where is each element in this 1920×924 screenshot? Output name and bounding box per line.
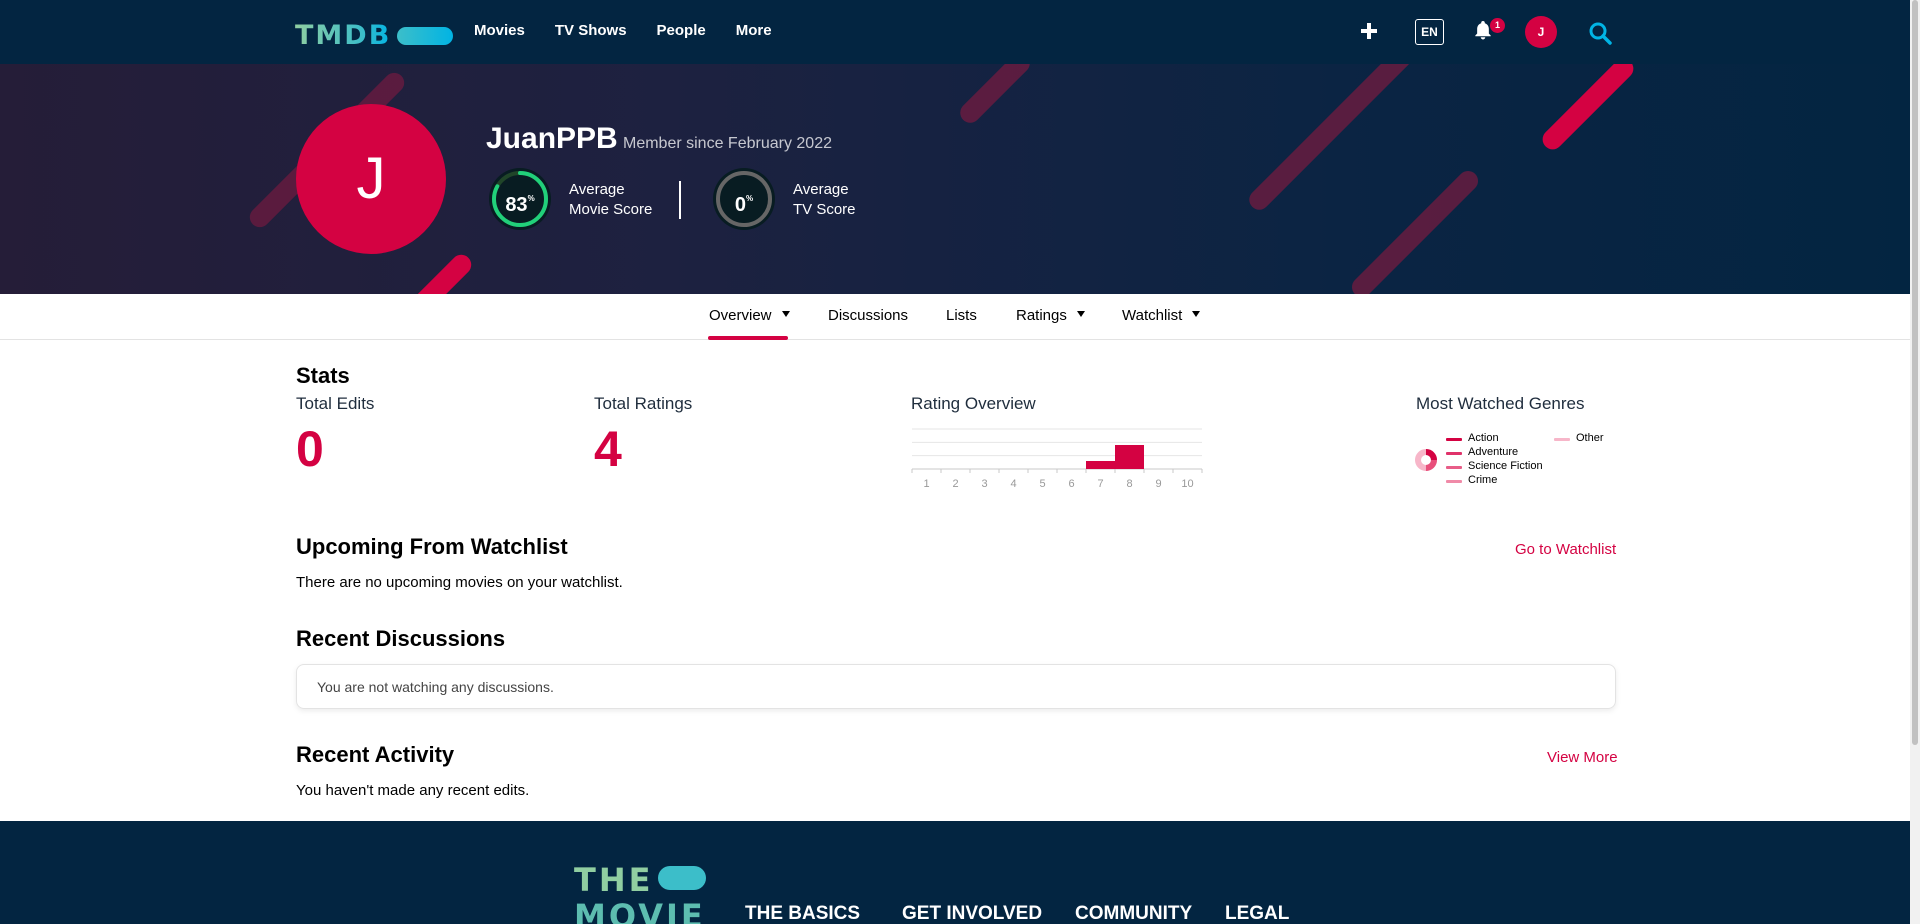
activity-empty-text: You haven't made any recent edits. (296, 782, 530, 799)
rating-tick-label-4: 4 (1010, 478, 1016, 490)
tab-ratings[interactable]: Ratings (1016, 307, 1085, 324)
tv-score-label-line1: Average (793, 181, 849, 198)
genres-label: Most Watched Genres (1416, 394, 1585, 413)
rating-tick-label-10: 10 (1181, 478, 1193, 490)
rating-tick-label-1: 1 (923, 478, 929, 490)
footer-heading-basics: THE BASICS (745, 903, 861, 924)
footer-heading-get-involved: GET INVOLVED (902, 903, 1043, 924)
activity-heading: Recent Activity (296, 742, 455, 767)
tab-overview[interactable]: Overview (709, 307, 790, 324)
tab-discussions[interactable]: Discussions (828, 307, 908, 324)
scrollbar-thumb[interactable] (1912, 0, 1918, 745)
caret-down-icon (1192, 311, 1201, 317)
tv-score-label: Average TV Score (793, 180, 856, 220)
total-edits-value: 0 (296, 421, 324, 477)
tab-ratings-label: Ratings (1016, 307, 1067, 324)
user-avatar[interactable]: J (1525, 16, 1557, 48)
legend-swatch-science-fiction (1446, 466, 1462, 469)
banner-stripe (1538, 64, 1638, 154)
legend-science-fiction: Science Fiction (1468, 460, 1543, 472)
language-button[interactable]: EN (1415, 19, 1444, 45)
tv-score-value: 0% (734, 194, 754, 216)
rating-bar-8 (1115, 445, 1144, 469)
view-more-link[interactable]: View More (1547, 749, 1618, 766)
rating-tick-label-7: 7 (1097, 478, 1103, 490)
footer-logo-line1[interactable]: THE (574, 861, 653, 899)
add-icon[interactable] (1360, 22, 1378, 40)
rating-tick-label-5: 5 (1039, 478, 1045, 490)
rating-bar-7 (1086, 461, 1115, 469)
tv-score-ring: 0% (713, 168, 775, 230)
banner-stripe (956, 64, 1034, 127)
nav-more[interactable]: More (736, 22, 772, 39)
footer-logo-pill (658, 866, 706, 890)
movie-score-ring: 83% (489, 168, 551, 230)
legend-action: Action (1468, 432, 1499, 444)
banner-stripe (1245, 64, 1415, 214)
movie-score-label-line1: Average (569, 181, 625, 198)
legend-adventure: Adventure (1468, 446, 1519, 458)
profile-avatar: J (296, 104, 446, 254)
legend-crime: Crime (1468, 474, 1498, 486)
banner-stripe (404, 250, 476, 294)
footer-heading-community: COMMUNITY (1075, 903, 1193, 924)
profile-banner (0, 64, 1910, 294)
page: TMDB Movies TV Shows People More EN 1 J (0, 0, 1920, 924)
tmdb-logo[interactable]: TMDB (295, 20, 454, 51)
rating-tick-label-2: 2 (952, 478, 958, 490)
nav-tv-shows[interactable]: TV Shows (555, 22, 627, 39)
logo-pill (397, 26, 454, 45)
tab-overview-label: Overview (709, 307, 772, 324)
total-ratings-value: 4 (594, 421, 622, 477)
caret-down-icon (1076, 311, 1085, 317)
banner-stripe (1347, 166, 1483, 294)
rating-tick-label-6: 6 (1068, 478, 1074, 490)
discussions-heading: Recent Discussions (296, 626, 506, 651)
movie-score-label: Average Movie Score (569, 180, 652, 220)
tab-lists[interactable]: Lists (946, 307, 977, 324)
watchlist-empty-text: There are no upcoming movies on your wat… (296, 574, 623, 591)
discussions-box: You are not watching any discussions. (296, 664, 1616, 709)
legend-other: Other (1576, 432, 1604, 444)
score-divider (679, 181, 681, 219)
genres-donut-chart (1415, 449, 1437, 471)
stats-heading: Stats (296, 363, 350, 388)
search-icon[interactable] (1588, 21, 1612, 45)
total-ratings-label: Total Ratings (594, 394, 693, 413)
rating-tick-label-3: 3 (981, 478, 987, 490)
profile-tabs: Overview Discussions Lists Ratings Watch… (0, 294, 1910, 340)
tab-watchlist-label: Watchlist (1122, 307, 1183, 324)
profile-username[interactable]: JuanPPB (486, 122, 618, 156)
watchlist-heading: Upcoming From Watchlist (296, 534, 568, 559)
legend-swatch-crime (1446, 480, 1462, 483)
logo-text: TMDB (295, 20, 392, 51)
footer-logo-line2[interactable]: MOVIE (574, 897, 706, 924)
legend-swatch-other (1554, 438, 1570, 441)
main-nav: Movies TV Shows People More (474, 22, 772, 39)
page-scrollbar[interactable] (1910, 0, 1920, 924)
discussions-empty-text: You are not watching any discussions. (317, 679, 554, 695)
footer-heading-legal: LEGAL (1225, 903, 1290, 924)
rating-tick-label-9: 9 (1155, 478, 1161, 490)
tv-score-label-line2: TV Score (793, 201, 856, 218)
total-edits-label: Total Edits (296, 394, 375, 413)
nav-people[interactable]: People (657, 22, 706, 39)
nav-movies[interactable]: Movies (474, 22, 525, 39)
legend-swatch-adventure (1446, 452, 1462, 455)
active-tab-indicator (708, 336, 788, 340)
top-navbar: TMDB Movies TV Shows People More EN 1 J (0, 0, 1910, 64)
go-to-watchlist-link[interactable]: Go to Watchlist (1515, 541, 1616, 558)
member-since: Member since February 2022 (623, 135, 832, 152)
movie-score-label-line2: Movie Score (569, 201, 653, 218)
rating-tick-label-8: 8 (1126, 478, 1132, 490)
rating-overview-chart: 1 2 3 4 5 6 7 8 9 10 (911, 428, 1203, 490)
caret-down-icon (781, 311, 790, 317)
notification-badge: 1 (1490, 18, 1505, 33)
movie-score-value: 83% (505, 194, 535, 216)
rating-overview-label: Rating Overview (911, 394, 1036, 413)
legend-swatch-action (1446, 438, 1462, 441)
tab-watchlist[interactable]: Watchlist (1122, 307, 1201, 324)
footer: THE MOVIE THE BASICS GET INVOLVED COMMUN… (0, 821, 1910, 924)
